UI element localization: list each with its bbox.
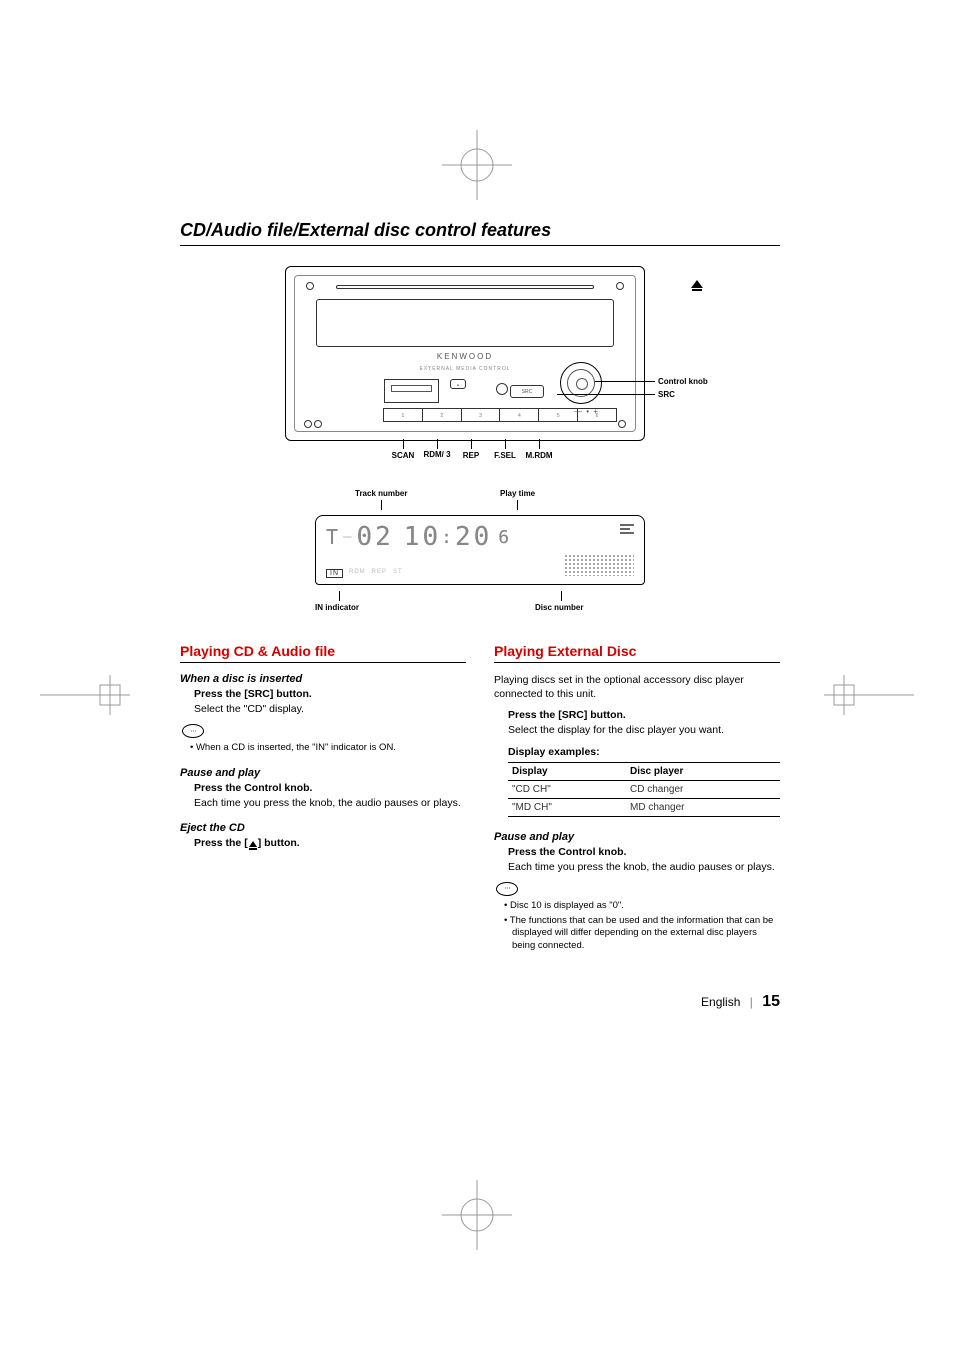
subhead: Pause and play <box>180 767 466 779</box>
left-heading: Playing CD & Audio file <box>180 643 466 663</box>
label-scan: SCAN <box>392 451 415 460</box>
label-mrdm: M.RDM <box>525 451 552 460</box>
block-pause-play: Pause and play Press the Control knob. E… <box>180 767 466 810</box>
eject-icon <box>691 280 703 288</box>
brand-label: KENWOOD <box>286 352 644 361</box>
subhead: When a disc is inserted <box>180 673 466 685</box>
subhead: Eject the CD <box>180 822 466 834</box>
display-examples-table: Display Disc player "CD CH" CD changer "… <box>508 762 780 817</box>
control-knob-icon <box>560 362 602 404</box>
block-eject: Eject the CD Press the [] button. <box>180 822 466 849</box>
crop-mark-bottom <box>442 1180 512 1250</box>
disc-number-label: Disc number <box>535 603 583 612</box>
label-fsel: F.SEL <box>494 451 516 460</box>
preset-button: 1 <box>383 408 422 422</box>
device-illustration: KENWOOD EXTERNAL MEDIA CONTROL SRC — • +… <box>285 266 675 475</box>
eject-knob-icon: ▲ <box>450 379 466 389</box>
label-rep: REP <box>463 451 479 460</box>
label-rdm: RDM/ 3 <box>423 451 450 459</box>
table-header: Display <box>508 762 626 780</box>
footer-separator: | <box>750 995 753 1009</box>
leader-line <box>595 381 655 382</box>
cassette-bay-icon <box>384 379 439 403</box>
examples-label: Display examples: <box>508 746 780 758</box>
note-bullet: The functions that can be used and the i… <box>504 915 780 953</box>
crop-mark-right <box>814 670 914 720</box>
callout-control-knob: Control knob <box>658 377 708 386</box>
preset-button-row: 1 2 3 4 5 6 <box>313 408 617 422</box>
preset-button: 4 <box>499 408 538 422</box>
note-bullet: When a CD is inserted, the "IN" indicato… <box>190 742 466 755</box>
playtime-label: Play time <box>500 489 535 498</box>
step-text: Press the [SRC] button. <box>194 688 466 700</box>
track-number-label: Track number <box>355 489 407 498</box>
lcd-diagram: Track number Play time T – 02 10:20 6 <box>315 489 645 621</box>
step-text: Press the Control knob. <box>508 846 780 858</box>
section-title: CD/Audio file/External disc control feat… <box>180 220 780 246</box>
page-number: 15 <box>762 993 780 1010</box>
body-text: Select the display for the disc player y… <box>508 723 780 737</box>
table-row: "CD CH" CD changer <box>508 780 780 798</box>
block-when-inserted: When a disc is inserted Press the [SRC] … <box>180 673 466 755</box>
screw-icon <box>618 420 626 428</box>
display-panel <box>316 299 614 347</box>
note-icon: ⋯ <box>496 882 518 896</box>
preset-button: 3 <box>461 408 500 422</box>
crop-mark-left <box>40 670 140 720</box>
preset-button: 2 <box>422 408 461 422</box>
body-text: Each time you press the knob, the audio … <box>508 860 780 874</box>
left-column: Playing CD & Audio file When a disc is i… <box>180 643 466 965</box>
step-text: Press the [SRC] button. <box>508 709 780 721</box>
cd-slot <box>336 285 594 289</box>
intro-text: Playing discs set in the optional access… <box>494 673 780 701</box>
page-footer: English | 15 <box>701 993 780 1011</box>
screw-icon <box>304 420 312 428</box>
subhead: Pause and play <box>494 831 780 843</box>
eject-icon <box>249 841 257 847</box>
leader-line <box>557 394 655 395</box>
button-labels-row: SCAN RDM/ 3 REP F.SEL M.RDM <box>285 439 645 475</box>
block-pause-play-right: Pause and play Press the Control knob. E… <box>494 831 780 953</box>
lcd-screen: T – 02 10:20 6 IN RDMREPST <box>315 515 645 585</box>
right-column: Playing External Disc Playing discs set … <box>494 643 780 965</box>
step-text: Press the [] button. <box>194 837 466 849</box>
table-row: "MD CH" MD changer <box>508 798 780 816</box>
content-columns: Playing CD & Audio file When a disc is i… <box>180 643 780 965</box>
lcd-eq-icon <box>620 524 634 534</box>
lcd-indicator-row: IN RDMREPST <box>326 569 403 578</box>
note-icon: ⋯ <box>182 724 204 738</box>
lcd-dot-matrix <box>564 554 634 576</box>
step-text: Press the Control knob. <box>194 782 466 794</box>
in-indicator-label: IN indicator <box>315 603 359 612</box>
preset-button: 5 <box>538 408 577 422</box>
page-content: CD/Audio file/External disc control feat… <box>180 220 780 965</box>
body-text: Select the "CD" display. <box>194 702 466 716</box>
right-heading: Playing External Disc <box>494 643 780 663</box>
preset-button: 6 <box>577 408 617 422</box>
screw-icon <box>306 282 314 290</box>
body-text: Each time you press the knob, the audio … <box>194 796 466 810</box>
screw-icon <box>616 282 624 290</box>
note-bullet: Disc 10 is displayed as "0". <box>504 900 780 913</box>
src-button-icon: SRC <box>510 385 544 398</box>
lcd-digits: T – 02 10:20 6 <box>326 522 634 552</box>
crop-mark-top <box>442 130 512 200</box>
callout-src: SRC <box>658 390 675 399</box>
aux-icon <box>496 383 508 395</box>
in-indicator-box: IN <box>326 569 343 578</box>
footer-language: English <box>701 995 740 1009</box>
table-header: Disc player <box>626 762 780 780</box>
